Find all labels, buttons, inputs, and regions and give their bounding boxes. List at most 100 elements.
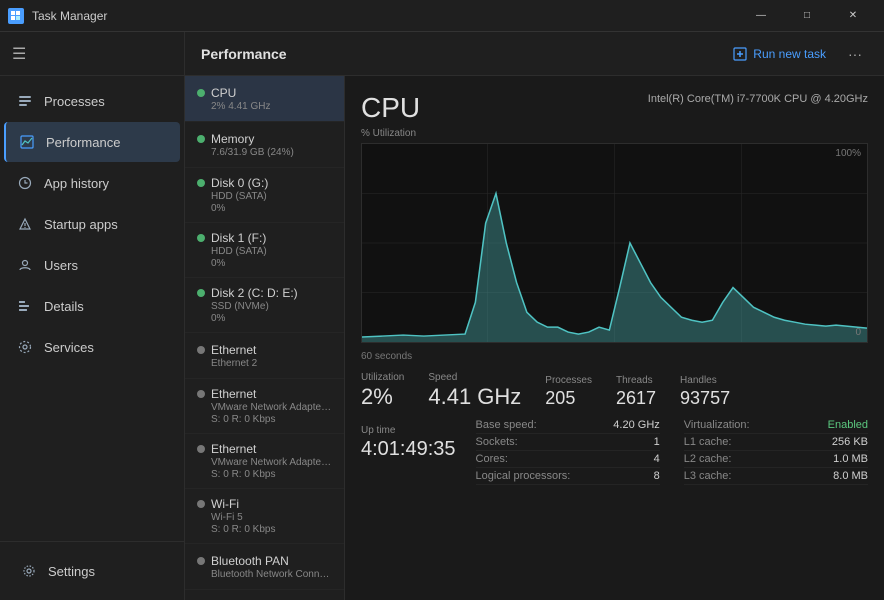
eth2-sub: VMware Network Adapter VM... — [197, 402, 332, 413]
more-options-button[interactable]: ··· — [842, 42, 868, 66]
info-row: Sockets:1 — [476, 434, 660, 451]
info-key: Base speed: — [476, 419, 537, 431]
device-item-disk0[interactable]: Disk 0 (G:) HDD (SATA) 0% — [185, 168, 344, 223]
eth1-dot — [197, 346, 205, 354]
sidebar-item-users[interactable]: Users — [4, 245, 180, 285]
eth1-header: Ethernet — [197, 343, 332, 357]
eth1-name: Ethernet — [211, 343, 256, 357]
device-item-eth2[interactable]: Ethernet VMware Network Adapter VM... S:… — [185, 379, 344, 434]
info-key: Virtualization: — [684, 419, 750, 431]
info-key: Cores: — [476, 453, 508, 465]
wifi-dot — [197, 500, 205, 508]
close-button[interactable]: ✕ — [830, 0, 876, 32]
sidebar-item-performance[interactable]: Performance — [4, 122, 180, 162]
cpu-sub: 2% 4.41 GHz — [197, 101, 332, 112]
cpu-chart: 100% 0 — [361, 143, 868, 343]
info-key: L1 cache: — [684, 436, 732, 448]
eth3-header: Ethernet — [197, 442, 332, 456]
sidebar-bottom: Settings — [0, 541, 184, 600]
sidebar-item-startup-label: Startup apps — [44, 217, 118, 232]
stat-threads: Threads 2617 — [616, 375, 680, 409]
run-new-task-button[interactable]: Run new task — [725, 43, 834, 65]
content-area: Performance Run new task ··· — [185, 32, 884, 600]
cpu-processor-name: Intel(R) Core(TM) i7-7700K CPU @ 4.20GHz — [648, 92, 868, 107]
info-val: 256 KB — [832, 436, 868, 448]
cpu-chart-svg — [362, 144, 867, 342]
bottom-info: Up time 4:01:49:35 Base speed:4.20 GHzSo… — [361, 417, 868, 485]
device-item-bluetooth[interactable]: Bluetooth PAN Bluetooth Network Connect.… — [185, 544, 344, 590]
disk1-dot — [197, 234, 205, 242]
device-item-wifi[interactable]: Wi-Fi Wi-Fi 5 S: 0 R: 0 Kbps — [185, 489, 344, 544]
device-item-memory[interactable]: Memory 7.6/31.9 GB (24%) — [185, 122, 344, 168]
eth2-header: Ethernet — [197, 387, 332, 401]
cpu-title-group: CPU — [361, 92, 420, 124]
chart-x-label: 60 seconds — [361, 351, 868, 362]
eth1-sub: Ethernet 2 — [197, 358, 332, 369]
stat-processes: Processes 205 — [545, 375, 616, 409]
sidebar-item-services[interactable]: Services — [4, 327, 180, 367]
memory-header: Memory — [197, 132, 332, 146]
sidebar-item-settings[interactable]: Settings — [8, 551, 176, 591]
chart-y-min: 0 — [855, 327, 861, 338]
eth3-sub: VMware Network Adapter VM... — [197, 457, 332, 468]
eth2-dot — [197, 390, 205, 398]
wifi-header: Wi-Fi — [197, 497, 332, 511]
device-item-eth3[interactable]: Ethernet VMware Network Adapter VM... S:… — [185, 434, 344, 489]
bluetooth-header: Bluetooth PAN — [197, 554, 332, 568]
disk2-sub2: 0% — [197, 313, 332, 324]
info-key: Logical processors: — [476, 470, 571, 482]
content-header: Performance Run new task ··· — [185, 32, 884, 76]
sidebar-header: ☰ — [0, 32, 184, 76]
title-bar: Task Manager — □ ✕ — [0, 0, 884, 32]
util-label: % Utilization — [361, 128, 868, 139]
info-val: 8.0 MB — [833, 470, 868, 482]
sidebar-item-details[interactable]: Details — [4, 286, 180, 326]
sidebar-item-services-label: Services — [44, 340, 94, 355]
util-stat-value: 2% — [361, 385, 404, 409]
processes-icon — [16, 92, 34, 110]
sidebar-item-settings-label: Settings — [48, 564, 95, 579]
device-item-disk2[interactable]: Disk 2 (C: D: E:) SSD (NVMe) 0% — [185, 278, 344, 333]
info-table: Base speed:4.20 GHzSockets:1Cores:4Logic… — [476, 417, 868, 485]
wifi-sub2: S: 0 R: 0 Kbps — [197, 524, 332, 535]
cpu-dot — [197, 89, 205, 97]
disk2-dot — [197, 289, 205, 297]
sidebar-nav: Processes Performance — [0, 76, 184, 541]
info-val: 8 — [654, 470, 660, 482]
content-body: CPU 2% 4.41 GHz Memory 7.6/31.9 GB (24%) — [185, 76, 884, 600]
eth3-dot — [197, 445, 205, 453]
app-icon — [8, 8, 24, 24]
users-icon — [16, 256, 34, 274]
processes-stat-label: Processes — [545, 375, 592, 386]
disk2-name: Disk 2 (C: D: E:) — [211, 286, 298, 300]
info-key: L2 cache: — [684, 453, 732, 465]
sidebar-item-app-history[interactable]: App history — [4, 163, 180, 203]
stat-handles: Handles 93757 — [680, 375, 754, 409]
minimize-button[interactable]: — — [738, 0, 784, 32]
disk2-sub: SSD (NVMe) — [197, 301, 332, 312]
info-row: L1 cache: 256 KB — [684, 434, 868, 451]
content-title: Performance — [201, 46, 287, 62]
device-item-eth1[interactable]: Ethernet Ethernet 2 — [185, 333, 344, 379]
maximize-button[interactable]: □ — [784, 0, 830, 32]
device-item-cpu[interactable]: CPU 2% 4.41 GHz — [185, 76, 344, 122]
sidebar-item-processes[interactable]: Processes — [4, 81, 180, 121]
info-val: 4 — [654, 453, 660, 465]
info-row: Cores: 4 — [476, 451, 660, 468]
settings-icon — [20, 562, 38, 580]
device-item-disk1[interactable]: Disk 1 (F:) HDD (SATA) 0% — [185, 223, 344, 278]
disk1-header: Disk 1 (F:) — [197, 231, 332, 245]
hamburger-icon[interactable]: ☰ — [12, 44, 26, 64]
sidebar-item-processes-label: Processes — [44, 94, 105, 109]
info-val: Enabled — [828, 419, 868, 431]
eth2-sub2: S: 0 R: 0 Kbps — [197, 414, 332, 425]
eth2-name: Ethernet — [211, 387, 256, 401]
sidebar: ☰ Processes — [0, 32, 185, 600]
info-row: Logical processors: 8 — [476, 468, 660, 485]
run-task-icon — [733, 47, 747, 61]
wifi-sub: Wi-Fi 5 — [197, 512, 332, 523]
sidebar-item-startup-apps[interactable]: Startup apps — [4, 204, 180, 244]
device-item-gpu[interactable]: GPU 0 NVIDIA GeForce GTX ... 1% (26 °C) — [185, 590, 344, 600]
cpu-header: CPU — [197, 86, 332, 100]
services-icon — [16, 338, 34, 356]
